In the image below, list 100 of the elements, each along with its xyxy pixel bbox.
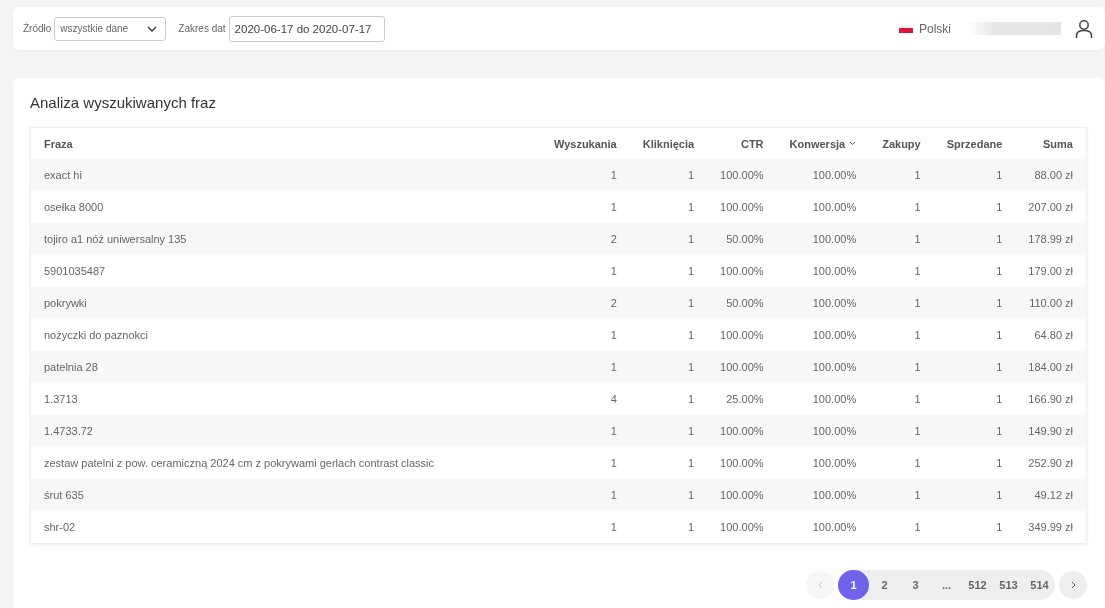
- table-cell: 1: [933, 319, 1016, 351]
- table-cell: 1: [869, 351, 934, 383]
- table-cell: 1: [629, 479, 708, 511]
- column-header[interactable]: Fraza: [31, 128, 541, 159]
- table-cell: 100.00%: [707, 319, 777, 351]
- column-header[interactable]: Sprzedane: [933, 128, 1016, 159]
- table-cell: 1: [629, 415, 708, 447]
- table-cell: 4: [540, 383, 630, 415]
- table-cell: 1: [933, 287, 1016, 319]
- table-cell: 1: [540, 447, 630, 479]
- table-cell: zestaw patelni z pow. ceramiczną 2024 cm z pokrywami gerlach contrast classic: [31, 447, 541, 479]
- table-cell: 2: [540, 223, 630, 255]
- table-cell: 1: [869, 223, 934, 255]
- column-header[interactable]: Konwersja: [776, 128, 870, 159]
- table-cell: 100.00%: [776, 415, 870, 447]
- table-cell: 1: [629, 383, 708, 415]
- table-cell: 1: [933, 415, 1016, 447]
- table-cell: 1: [540, 255, 630, 287]
- date-range-field[interactable]: 2020-06-17 do 2020-07-17: [228, 15, 385, 42]
- table-cell: 1: [869, 479, 934, 511]
- table-cell: 1: [869, 383, 934, 415]
- table-cell: 1: [933, 447, 1016, 479]
- page-button[interactable]: 513: [993, 570, 1024, 600]
- chevron-down-icon: [147, 25, 158, 32]
- table-cell: 1: [869, 447, 934, 479]
- table-cell: 1: [869, 191, 934, 223]
- table-cell: 178.99 zł: [1015, 223, 1086, 255]
- column-header[interactable]: Kliknięcia: [629, 128, 708, 159]
- table-cell: 184.00 zł: [1015, 351, 1086, 383]
- table-cell: 1: [540, 479, 630, 511]
- table-cell: 100.00%: [776, 479, 870, 511]
- table-cell: 100.00%: [707, 447, 777, 479]
- table-cell: 100.00%: [776, 447, 870, 479]
- table-cell: 1: [869, 159, 934, 191]
- table-cell: 1: [933, 191, 1016, 223]
- table-cell: 100.00%: [707, 191, 777, 223]
- table-cell: 1: [869, 319, 934, 351]
- table-cell: 50.00%: [707, 287, 777, 319]
- page-button[interactable]: 512: [962, 570, 993, 600]
- table-cell: 1: [540, 319, 630, 351]
- page-button[interactable]: 3: [900, 570, 931, 600]
- table-cell: śrut 635: [31, 479, 541, 511]
- table-cell: 50.00%: [707, 223, 777, 255]
- next-page-button[interactable]: [1059, 571, 1087, 599]
- table-cell: 1.3713: [31, 383, 541, 415]
- table-cell: 1: [629, 287, 708, 319]
- table-cell: 1: [540, 351, 630, 383]
- column-header[interactable]: Wyszukania: [540, 128, 630, 159]
- table-cell: 1: [933, 479, 1016, 511]
- table-cell: 179.00 zł: [1015, 255, 1086, 287]
- table-cell: 1: [629, 447, 708, 479]
- chevron-right-icon: [1070, 581, 1076, 589]
- table-cell: 100.00%: [707, 511, 777, 543]
- table-cell: 1: [540, 511, 630, 543]
- column-header[interactable]: Zakupy: [869, 128, 934, 159]
- table-cell: 100.00%: [776, 319, 870, 351]
- column-header[interactable]: Suma: [1015, 128, 1086, 159]
- table-cell: 1: [869, 511, 934, 543]
- table-cell: 1: [540, 159, 630, 191]
- table-cell: 100.00%: [707, 479, 777, 511]
- page-button[interactable]: 2: [869, 570, 900, 600]
- table-cell: 1: [933, 255, 1016, 287]
- table-cell: 1: [540, 415, 630, 447]
- page-button[interactable]: 514: [1024, 570, 1055, 600]
- table-cell: pokrywki: [31, 287, 541, 319]
- language-selector[interactable]: Polski: [919, 21, 951, 36]
- page-button[interactable]: 1: [838, 570, 869, 600]
- table-cell: 100.00%: [707, 255, 777, 287]
- table-cell: 1: [629, 255, 708, 287]
- table-cell: exact hi: [31, 159, 541, 191]
- table-cell: tojiro a1 nóż uniwersalny 135: [31, 223, 541, 255]
- table-cell: 1: [629, 223, 708, 255]
- table-cell: 1: [629, 191, 708, 223]
- date-range-label: Zakres dat: [178, 23, 226, 34]
- table-cell: 1.4733.72: [31, 415, 541, 447]
- table-cell: 1: [933, 383, 1016, 415]
- table-cell: osełka 8000: [31, 191, 541, 223]
- table-cell: patelnia 28: [31, 351, 541, 383]
- table-cell: 64.80 zł: [1015, 319, 1086, 351]
- table-cell: 207.00 zł: [1015, 191, 1086, 223]
- table-cell: 100.00%: [776, 383, 870, 415]
- table-cell: 1: [933, 511, 1016, 543]
- chevron-left-icon: [817, 581, 823, 589]
- source-dropdown[interactable]: wszystkie dane: [54, 16, 167, 41]
- table-cell: 1: [869, 415, 934, 447]
- table-cell: 25.00%: [707, 383, 777, 415]
- table-cell: 49.12 zł: [1015, 479, 1086, 511]
- flag-icon: [899, 24, 913, 33]
- user-icon[interactable]: [1075, 18, 1093, 39]
- table-cell: 1: [933, 223, 1016, 255]
- panel-title: Analiza wyszukiwanych fraz: [30, 94, 217, 111]
- page-button[interactable]: ...: [931, 570, 962, 600]
- table-cell: 100.00%: [776, 351, 870, 383]
- column-header[interactable]: CTR: [707, 128, 777, 159]
- table-cell: 100.00%: [776, 191, 870, 223]
- table-cell: 1: [933, 351, 1016, 383]
- table-cell: shr-02: [31, 511, 541, 543]
- table-cell: 1: [869, 255, 934, 287]
- table-cell: 1: [629, 319, 708, 351]
- table-cell: 100.00%: [776, 223, 870, 255]
